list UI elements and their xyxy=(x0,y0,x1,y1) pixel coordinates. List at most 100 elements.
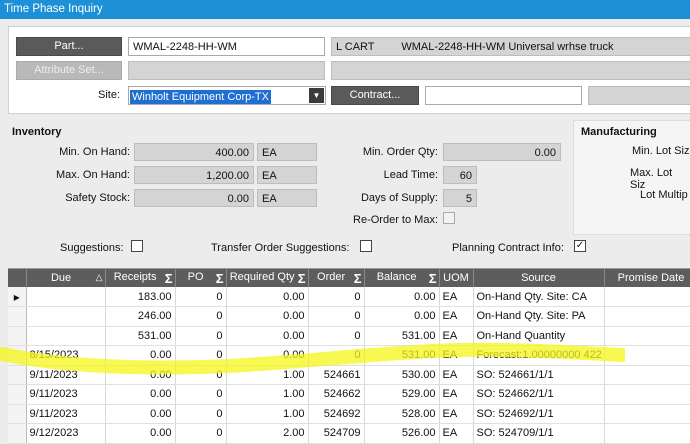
cell-balance[interactable]: 0.00 xyxy=(364,306,440,327)
cell-source[interactable]: SO: 524709/1/1 xyxy=(473,423,605,444)
cell-balance[interactable]: 531.00 xyxy=(364,326,440,346)
row-selector[interactable] xyxy=(8,365,27,385)
cell-po[interactable]: 0 xyxy=(175,404,227,424)
sort-ascending-icon[interactable]: △ xyxy=(96,272,103,283)
row-selector[interactable] xyxy=(8,423,27,444)
cell-receipts[interactable]: 0.00 xyxy=(105,423,176,444)
column-header-promise-date[interactable]: Promise Date xyxy=(604,269,690,287)
row-selector[interactable] xyxy=(8,306,27,327)
cell-uom[interactable]: EA xyxy=(439,384,474,405)
cell-source[interactable]: On-Hand Quantity xyxy=(473,326,605,346)
table-row[interactable]: 9/11/2023 0.00 0 1.00 524692 528.00 EA SO: 5246… xyxy=(8,404,690,424)
cell-source[interactable]: On-Hand Qty. Site: PA xyxy=(473,306,605,327)
current-row-indicator[interactable]: ▸ xyxy=(8,287,27,307)
cell-uom[interactable]: EA xyxy=(439,287,474,307)
contract-button[interactable]: Contract... xyxy=(331,86,419,105)
cell-due[interactable]: 9/11/2023 xyxy=(26,404,106,424)
cell-source[interactable]: SO: 524662/1/1 xyxy=(473,384,605,405)
cell-balance[interactable]: 528.00 xyxy=(364,404,440,424)
cell-required[interactable]: 0.00 xyxy=(226,345,309,366)
row-selector[interactable] xyxy=(8,404,27,424)
site-select[interactable]: Winholt Equipment Corp-TX ▼ xyxy=(128,86,326,105)
column-header-required-qty[interactable]: Required Qty Σ xyxy=(226,269,309,287)
cell-receipts[interactable]: 0.00 xyxy=(105,365,176,385)
row-selector[interactable] xyxy=(8,326,27,346)
cell-receipts[interactable]: 0.00 xyxy=(105,345,176,366)
cell-receipts[interactable]: 0.00 xyxy=(105,384,176,405)
table-row[interactable]: 8/15/2023 0.00 0 0.00 0 531.00 EA Forecast:1.00… xyxy=(8,345,690,366)
cell-required[interactable]: 0.00 xyxy=(226,287,309,307)
cell-due[interactable] xyxy=(26,326,106,346)
cell-required[interactable]: 1.00 xyxy=(226,365,309,385)
cell-required[interactable]: 1.00 xyxy=(226,384,309,405)
contract-input[interactable] xyxy=(425,86,582,105)
cell-po[interactable]: 0 xyxy=(175,365,227,385)
cell-po[interactable]: 0 xyxy=(175,345,227,366)
cell-po[interactable]: 0 xyxy=(175,384,227,405)
cell-uom[interactable]: EA xyxy=(439,345,474,366)
cell-balance[interactable]: 531.00 xyxy=(364,345,440,366)
column-header-uom[interactable]: UOM xyxy=(439,269,474,287)
row-selector[interactable] xyxy=(8,384,27,405)
sum-icon[interactable]: Σ xyxy=(298,271,306,286)
cell-balance[interactable]: 530.00 xyxy=(364,365,440,385)
cell-order[interactable]: 0 xyxy=(308,306,365,327)
table-row[interactable]: 9/11/2023 0.00 0 1.00 524661 530.00 EA SO: 5246… xyxy=(8,365,690,385)
cell-due[interactable]: 9/12/2023 xyxy=(26,423,106,444)
part-input[interactable]: WMAL-2248-HH-WM xyxy=(128,37,325,56)
cell-due[interactable]: 9/11/2023 xyxy=(26,384,106,405)
column-header-due[interactable]: Due △ xyxy=(26,269,106,287)
cell-receipts[interactable]: 183.00 xyxy=(105,287,176,307)
cell-order[interactable]: 0 xyxy=(308,326,365,346)
table-row[interactable]: 531.00 0 0.00 0 531.00 EA On-Hand Quantity xyxy=(8,326,690,346)
sum-icon[interactable]: Σ xyxy=(354,271,362,286)
cell-required[interactable]: 1.00 xyxy=(226,404,309,424)
cell-promise[interactable] xyxy=(604,384,690,405)
cell-balance[interactable]: 529.00 xyxy=(364,384,440,405)
table-row[interactable]: 9/12/2023 0.00 0 2.00 524709 526.00 EA SO: 5247… xyxy=(8,423,690,444)
cell-promise[interactable] xyxy=(604,306,690,327)
cell-po[interactable]: 0 xyxy=(175,287,227,307)
table-row[interactable]: ▸ 183.00 0 0.00 0 0.00 EA On-Hand Qty. Site: CA xyxy=(8,287,690,307)
cell-order[interactable]: 524661 xyxy=(308,365,365,385)
cell-balance[interactable]: 526.00 xyxy=(364,423,440,444)
sum-icon[interactable]: Σ xyxy=(429,271,437,286)
table-row[interactable]: 246.00 0 0.00 0 0.00 EA On-Hand Qty. Site: PA xyxy=(8,306,690,327)
cell-uom[interactable]: EA xyxy=(439,423,474,444)
cell-receipts[interactable]: 531.00 xyxy=(105,326,176,346)
table-row[interactable]: 9/11/2023 0.00 0 1.00 524662 529.00 EA SO: 5246… xyxy=(8,384,690,405)
cell-required[interactable]: 0.00 xyxy=(226,306,309,327)
cell-balance[interactable]: 0.00 xyxy=(364,287,440,307)
part-button[interactable]: Part... xyxy=(16,37,122,56)
cell-source[interactable]: SO: 524661/1/1 xyxy=(473,365,605,385)
transfer-order-suggestions-checkbox[interactable] xyxy=(360,240,372,252)
cell-promise[interactable] xyxy=(604,287,690,307)
cell-po[interactable]: 0 xyxy=(175,423,227,444)
cell-due[interactable] xyxy=(26,287,106,307)
cell-order[interactable]: 524692 xyxy=(308,404,365,424)
sum-icon[interactable]: Σ xyxy=(216,271,224,286)
cell-required[interactable]: 2.00 xyxy=(226,423,309,444)
cell-order[interactable]: 0 xyxy=(308,287,365,307)
sum-icon[interactable]: Σ xyxy=(165,271,173,286)
cell-order[interactable]: 0 xyxy=(308,345,365,366)
cell-po[interactable]: 0 xyxy=(175,306,227,327)
cell-uom[interactable]: EA xyxy=(439,326,474,346)
cell-receipts[interactable]: 0.00 xyxy=(105,404,176,424)
cell-order[interactable]: 524662 xyxy=(308,384,365,405)
cell-receipts[interactable]: 246.00 xyxy=(105,306,176,327)
column-header-receipts[interactable]: Receipts Σ xyxy=(105,269,176,287)
column-header-po[interactable]: PO Σ xyxy=(175,269,227,287)
column-header-balance[interactable]: Balance Σ xyxy=(364,269,440,287)
cell-required[interactable]: 0.00 xyxy=(226,326,309,346)
cell-source[interactable]: Forecast:1.00000000 422 xyxy=(473,345,605,366)
cell-promise[interactable] xyxy=(604,345,690,366)
cell-po[interactable]: 0 xyxy=(175,326,227,346)
cell-uom[interactable]: EA xyxy=(439,365,474,385)
cell-due[interactable]: 8/15/2023 xyxy=(26,345,106,366)
cell-promise[interactable] xyxy=(604,404,690,424)
chevron-down-icon[interactable]: ▼ xyxy=(309,88,324,103)
cell-promise[interactable] xyxy=(604,326,690,346)
cell-source[interactable]: On-Hand Qty. Site: CA xyxy=(473,287,605,307)
cell-source[interactable]: SO: 524692/1/1 xyxy=(473,404,605,424)
